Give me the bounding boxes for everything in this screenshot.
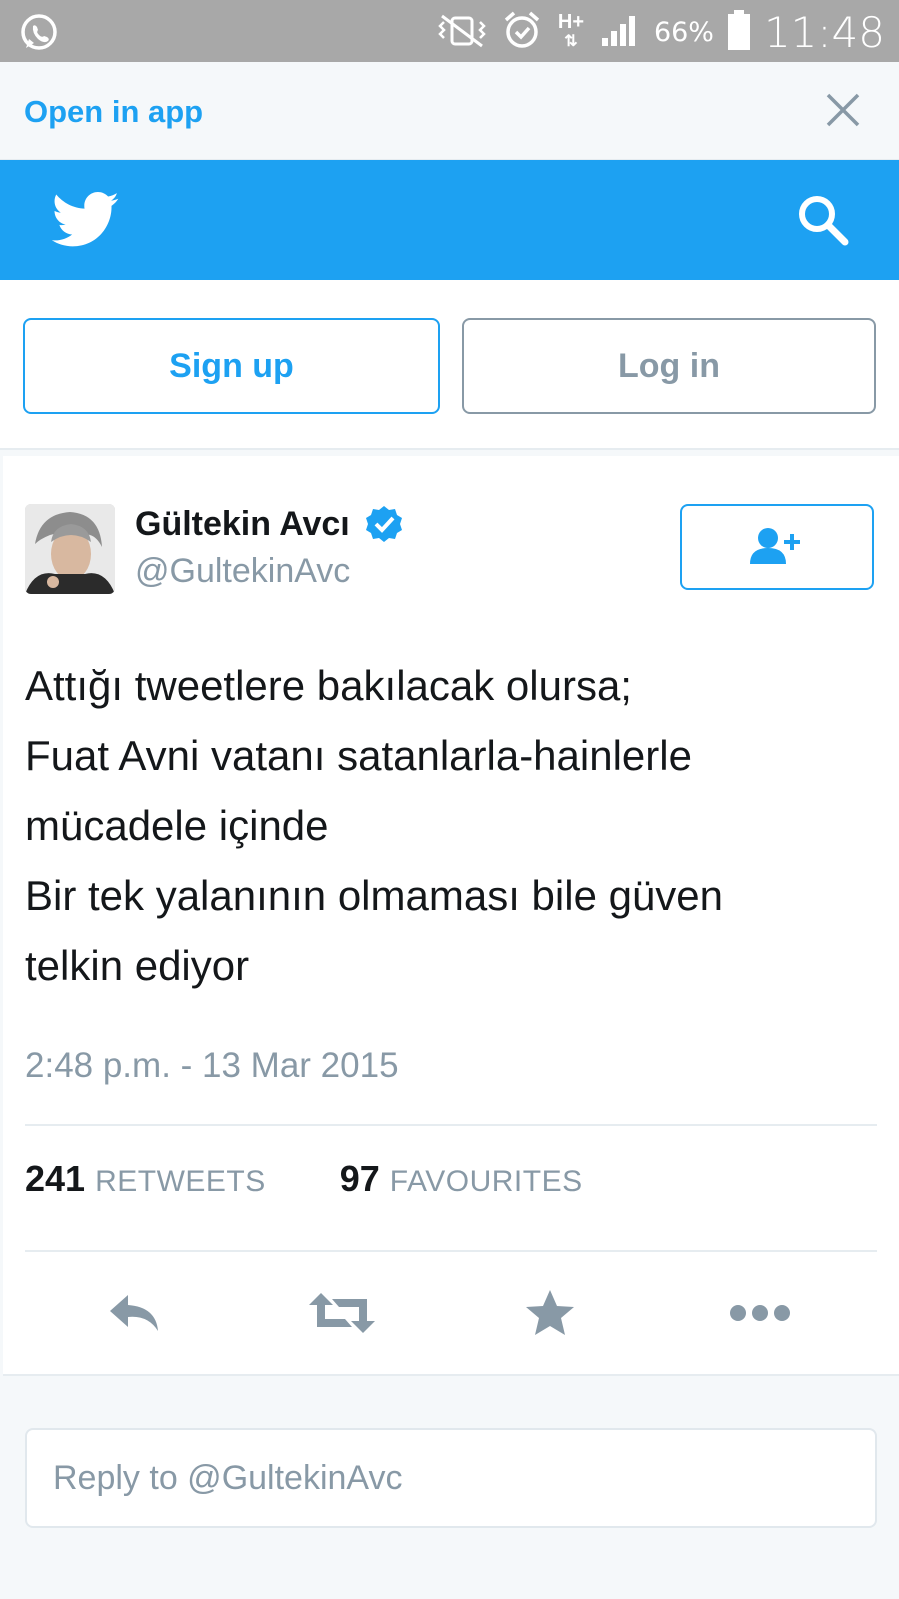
retweets-count[interactable]: 241 (25, 1158, 85, 1200)
whatsapp-icon (18, 12, 62, 52)
login-button[interactable]: Log in (462, 318, 876, 414)
tweet-card: Gültekin Avcı @GultekinAvc Attığı tweetl… (3, 456, 899, 1376)
tweet-timestamp[interactable]: 2:48 p.m. - 13 Mar 2015 (25, 1046, 399, 1086)
search-icon[interactable] (795, 192, 851, 248)
battery-icon (726, 9, 752, 56)
favourites-count[interactable]: 97 (340, 1158, 380, 1200)
reply-icon[interactable] (99, 1278, 169, 1348)
retweet-icon[interactable] (307, 1278, 377, 1348)
verified-badge-icon (364, 504, 404, 544)
alarm-icon (502, 10, 542, 55)
tweet-text-line: telkin ediyor (25, 942, 250, 989)
tweet-text-line: Attığı tweetlere bakılacak olursa; (25, 662, 632, 709)
open-in-app-link[interactable]: Open in app (24, 94, 203, 130)
author-name[interactable]: Gültekin Avcı (135, 505, 350, 544)
tweet-text-line: Fuat Avni vatanı satanlarla-hainlerle (25, 732, 692, 779)
author-row: Gültekin Avcı (135, 504, 404, 544)
retweets-label[interactable]: RETWEETS (95, 1165, 266, 1199)
author-handle[interactable]: @GultekinAvc (135, 552, 350, 591)
reply-input[interactable]: Reply to @GultekinAvc (25, 1428, 877, 1528)
follow-button[interactable] (680, 504, 874, 590)
clock: 11:48 (763, 7, 885, 57)
close-icon[interactable] (823, 90, 863, 130)
status-icons: H+ ⇅ 66% 11:48 (434, 7, 885, 57)
favourites-label[interactable]: FAVOURITES (390, 1165, 583, 1199)
favourite-icon[interactable] (515, 1278, 585, 1348)
signup-button[interactable]: Sign up (23, 318, 440, 414)
more-icon[interactable] (723, 1278, 797, 1348)
network-icon: H+ ⇅ (557, 11, 584, 50)
top-header (0, 160, 899, 280)
auth-bar: Sign up Log in (0, 280, 899, 450)
vibrate-mute-icon (434, 12, 490, 53)
add-user-icon (748, 526, 806, 569)
divider (25, 1250, 877, 1252)
avatar[interactable] (25, 504, 115, 594)
tweet-text-line: mücadele içinde (25, 802, 329, 849)
twitter-bird-icon[interactable] (51, 190, 120, 250)
tweet-text: Attığı tweetlere bakılacak olursa; Fuat … (25, 651, 865, 1001)
divider (25, 1124, 877, 1126)
tweet-stats: 241 RETWEETS 97 FAVOURITES (25, 1158, 583, 1200)
open-in-app-banner: Open in app (0, 62, 899, 160)
tweet-text-line: Bir tek yalanının olmaması bile güven (25, 872, 724, 919)
signal-icon (600, 12, 642, 53)
tweet-actions (3, 1268, 899, 1358)
status-bar: H+ ⇅ 66% 11:48 (0, 0, 899, 62)
reply-area: Reply to @GultekinAvc (3, 1376, 899, 1576)
battery-percent: 66% (653, 16, 714, 48)
